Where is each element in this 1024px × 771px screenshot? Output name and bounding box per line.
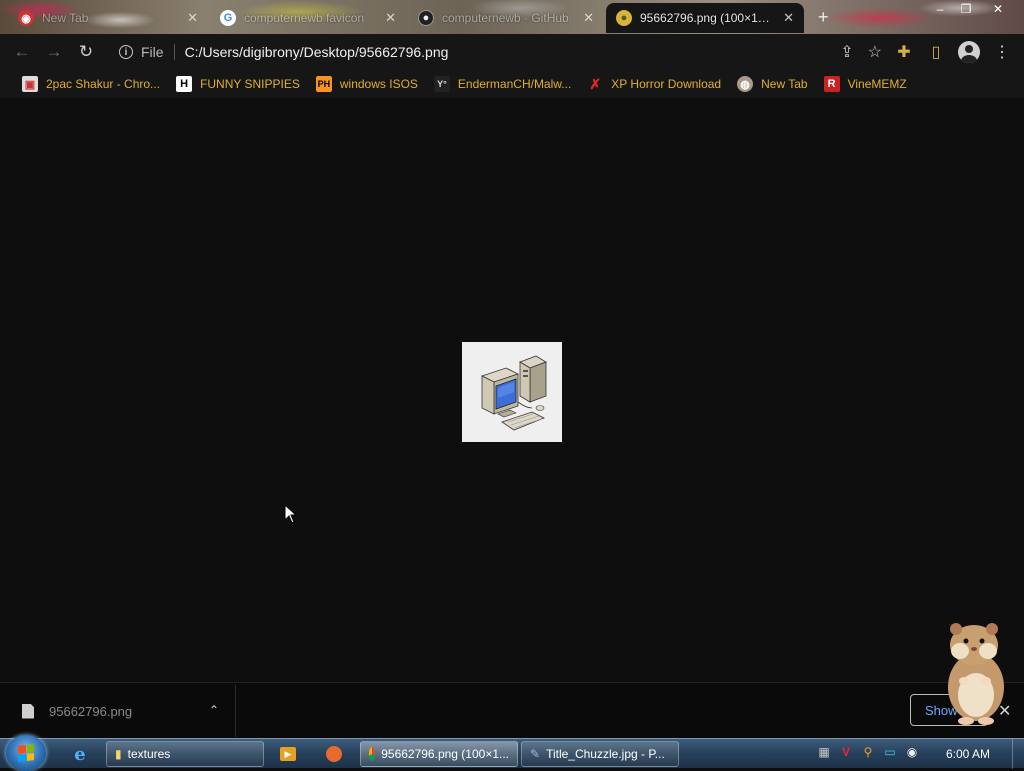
ph-icon: PH bbox=[315, 76, 332, 92]
minimize-button[interactable]: – bbox=[926, 0, 954, 18]
tray-monitor-icon[interactable]: ▭ bbox=[882, 744, 898, 760]
show-desktop-button[interactable] bbox=[1012, 739, 1024, 769]
bookmark-label: EndermanCH/Malw... bbox=[457, 77, 572, 91]
address-bar[interactable]: i File C:/Users/digibrony/Desktop/956627… bbox=[108, 37, 890, 67]
taskbar-item-textures[interactable]: ▮ textures bbox=[106, 741, 264, 767]
taskbar-item-label: Title_Chuzzle.jpg - P... bbox=[546, 747, 665, 761]
start-button[interactable] bbox=[6, 735, 46, 771]
side-panel-icon[interactable]: ▯ bbox=[926, 40, 946, 64]
omnibox-actions: ⇪ ☆ bbox=[840, 37, 890, 67]
system-tray: ▦ V ⚲ ▭ ◉ bbox=[816, 744, 920, 760]
tray-app-icon[interactable]: ▦ bbox=[816, 744, 832, 760]
google-icon: G bbox=[220, 10, 236, 26]
chrome-icon bbox=[369, 747, 376, 761]
h-icon: H bbox=[176, 76, 193, 92]
close-shelf-icon[interactable]: ✕ bbox=[998, 701, 1011, 721]
browser-toolbar: ← → ↻ i File C:/Users/digibrony/Desktop/… bbox=[0, 34, 1024, 70]
game-app-icon[interactable] bbox=[312, 742, 356, 766]
tab-image-active[interactable]: ● 95662796.png (100×100) ✕ bbox=[606, 3, 804, 33]
tab-title: 95662796.png (100×100) bbox=[640, 11, 776, 25]
image-viewer bbox=[0, 98, 1024, 682]
globe-icon: ◍ bbox=[737, 76, 754, 92]
tab-title: New Tab bbox=[42, 11, 89, 25]
bookmark-label: FUNNY SNIPPIES bbox=[200, 77, 300, 91]
bookmark-item[interactable]: H FUNNY SNIPPIES bbox=[168, 70, 308, 98]
tab-title: computernewb · GitHub bbox=[442, 11, 569, 25]
bookmark-item[interactable]: PH windows ISOS bbox=[308, 70, 426, 98]
scheme-label: File bbox=[141, 44, 164, 60]
windows-logo-icon bbox=[18, 744, 34, 762]
github-icon: ● bbox=[418, 10, 434, 26]
bookmark-star-icon[interactable]: ☆ bbox=[868, 42, 882, 62]
paint-icon: ✎ bbox=[530, 747, 541, 761]
url-text[interactable]: C:/Users/digibrony/Desktop/95662796.png bbox=[185, 44, 449, 60]
internet-explorer-icon[interactable]: e bbox=[58, 742, 102, 766]
bookmark-label: VineMEMZ bbox=[847, 77, 907, 91]
download-filename: 95662796.png bbox=[49, 703, 133, 719]
chevron-up-icon[interactable]: ⌃ bbox=[209, 703, 219, 717]
extensions-puzzle-icon[interactable]: ✚ bbox=[894, 40, 914, 64]
tab-favicon-search[interactable]: G computernewb favicon ✕ bbox=[210, 3, 406, 33]
bookmark-item[interactable]: Y° EndermanCH/Malw... bbox=[426, 70, 579, 98]
download-shelf: 95662796.png ⌃ Show all ✕ bbox=[0, 623, 1024, 738]
bookmarks-bar: ▣ 2pac Shakur - Chro... H FUNNY SNIPPIES… bbox=[0, 70, 1024, 98]
close-tab-icon[interactable]: ✕ bbox=[187, 10, 198, 26]
tab-strip: ◉ New Tab ✕ G computernewb favicon ✕ ● c… bbox=[0, 0, 1024, 34]
share-icon[interactable]: ⇪ bbox=[840, 42, 853, 62]
windows-taskbar: e ▮ textures ▶ 95662796.png (100×1... ✎ … bbox=[0, 735, 1024, 771]
download-item[interactable]: 95662796.png ⌃ bbox=[4, 685, 236, 737]
back-button[interactable]: ← bbox=[12, 42, 32, 62]
tray-search-icon[interactable]: ⚲ bbox=[860, 744, 876, 760]
bookmark-label: XP Horror Download bbox=[611, 77, 722, 91]
x-icon: ✗ bbox=[589, 75, 602, 92]
new-tab-button[interactable]: + bbox=[818, 7, 829, 28]
yp-icon: Y° bbox=[433, 76, 450, 92]
info-icon[interactable]: i bbox=[119, 45, 133, 59]
bookmark-label: windows ISOS bbox=[339, 77, 418, 91]
bookmark-item[interactable]: ▣ 2pac Shakur - Chro... bbox=[14, 70, 168, 98]
mouse-cursor-icon bbox=[284, 504, 298, 524]
bookmark-item[interactable]: ◍ New Tab bbox=[729, 70, 815, 98]
computer-icon bbox=[480, 355, 547, 431]
profile-avatar[interactable] bbox=[958, 41, 980, 63]
divider bbox=[173, 44, 175, 60]
tray-media-icon[interactable]: ◉ bbox=[904, 744, 920, 760]
taskbar-item-label: 95662796.png (100×1... bbox=[381, 747, 509, 761]
tab-github[interactable]: ● computernewb · GitHub ✕ bbox=[408, 3, 604, 33]
bookmark-label: 2pac Shakur - Chro... bbox=[46, 77, 161, 91]
tab-title: computernewb favicon bbox=[244, 11, 365, 25]
folder-icon: ▮ bbox=[115, 747, 122, 761]
forward-button[interactable]: → bbox=[44, 42, 64, 62]
menu-kebab-icon[interactable]: ⋮ bbox=[992, 40, 1012, 64]
close-tab-icon[interactable]: ✕ bbox=[783, 10, 794, 26]
bookmark-label: New Tab bbox=[761, 77, 808, 91]
tray-v-icon[interactable]: V bbox=[838, 744, 854, 760]
close-tab-icon[interactable]: ✕ bbox=[385, 10, 396, 26]
chromebook-icon: ▣ bbox=[22, 76, 38, 92]
media-player-icon[interactable]: ▶ bbox=[266, 742, 310, 766]
taskbar-item-label: textures bbox=[127, 747, 171, 761]
taskbar-item-paint[interactable]: ✎ Title_Chuzzle.jpg - P... bbox=[521, 741, 679, 767]
maximize-button[interactable]: ❐ bbox=[952, 0, 980, 18]
r-icon: R bbox=[823, 76, 840, 92]
close-tab-icon[interactable]: ✕ bbox=[583, 10, 594, 26]
reload-button[interactable]: ↻ bbox=[76, 42, 96, 62]
toolbar-right-icons: ✚ ▯ ⋮ bbox=[894, 40, 1012, 64]
image-icon: ● bbox=[616, 10, 632, 26]
taskbar-clock[interactable]: 6:00 AM bbox=[946, 747, 990, 761]
close-window-button[interactable]: ✕ bbox=[984, 0, 1012, 18]
bookmark-item[interactable]: ✗ XP Horror Download bbox=[579, 70, 729, 98]
tab-new-tab[interactable]: ◉ New Tab ✕ bbox=[8, 3, 208, 33]
taskbar-item-chrome[interactable]: 95662796.png (100×1... bbox=[360, 741, 518, 767]
chrome-icon: ◉ bbox=[18, 10, 34, 26]
file-icon bbox=[22, 703, 34, 719]
computer-image[interactable] bbox=[462, 342, 562, 442]
bookmark-item[interactable]: R VineMEMZ bbox=[816, 70, 915, 98]
